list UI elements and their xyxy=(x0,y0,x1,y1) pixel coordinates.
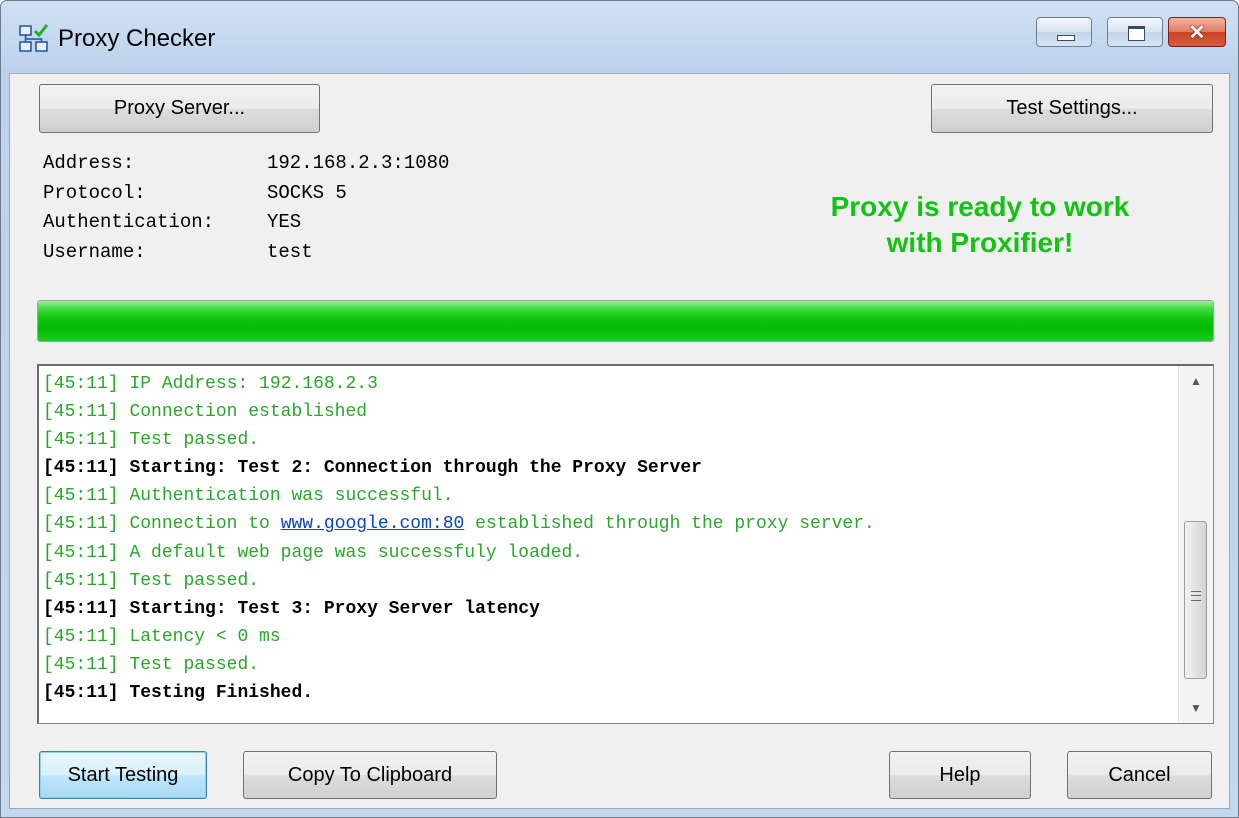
scroll-up-arrow-icon[interactable]: ▲ xyxy=(1179,366,1213,396)
log-timestamp: [45:11] xyxy=(43,486,119,507)
log-text: Starting: Test 2: Connection through the… xyxy=(129,458,702,479)
minimize-icon xyxy=(1057,35,1075,41)
log-line: [45:11] Test passed. xyxy=(43,651,1177,679)
grip-icon xyxy=(1191,591,1201,601)
info-row-protocol: Protocol: SOCKS 5 xyxy=(43,179,449,209)
log-timestamp: [45:11] xyxy=(43,402,119,423)
log-text: Test passed. xyxy=(129,430,260,451)
info-row-address: Address: 192.168.2.3:1080 xyxy=(43,149,449,179)
progress-fill xyxy=(38,301,1213,341)
network-app-icon xyxy=(19,24,49,52)
log-line: [45:11] Connection established xyxy=(43,398,1177,426)
log-text: Testing Finished. xyxy=(129,683,314,704)
log-timestamp: [45:11] xyxy=(43,626,119,647)
log-line: [45:11] IP Address: 192.168.2.3 xyxy=(43,370,1177,398)
log-text: Connection to xyxy=(129,514,270,535)
log-timestamp: [45:11] xyxy=(43,374,119,394)
test-settings-button[interactable]: Test Settings... xyxy=(931,84,1213,133)
log-timestamp: [45:11] xyxy=(43,570,119,591)
log-line: [45:11] Starting: Test 2: Connection thr… xyxy=(43,454,1177,482)
log-text: Test passed. xyxy=(129,654,260,675)
proxy-checker-window: Proxy Checker ✕ Proxy Server... Test Set… xyxy=(0,0,1239,818)
log-timestamp: [45:11] xyxy=(43,430,119,451)
maximize-icon xyxy=(1128,26,1145,41)
scroll-down-arrow-icon[interactable]: ▼ xyxy=(1179,693,1213,723)
minimize-button[interactable] xyxy=(1036,17,1092,47)
scroll-thumb[interactable] xyxy=(1184,521,1207,679)
log-link[interactable]: www.google.com:80 xyxy=(281,514,465,534)
log-scrollbar[interactable]: ▲ ▼ xyxy=(1178,366,1213,723)
close-icon: ✕ xyxy=(1188,22,1206,44)
log-line: [45:11] Test passed. xyxy=(43,567,1177,595)
close-button[interactable]: ✕ xyxy=(1168,17,1226,47)
log-line: [45:11] Testing Finished. xyxy=(43,679,1177,707)
log-text: Connection established xyxy=(129,402,368,423)
info-row-authentication: Authentication: YES xyxy=(43,208,449,238)
dialog-body: Proxy Server... Test Settings... Address… xyxy=(9,73,1230,809)
start-testing-button[interactable]: Start Testing xyxy=(39,751,207,799)
log-timestamp: [45:11] xyxy=(43,683,119,704)
info-label: Username: xyxy=(43,240,146,263)
cancel-button[interactable]: Cancel xyxy=(1067,751,1212,799)
info-label: Address: xyxy=(43,152,135,174)
info-value: YES xyxy=(267,211,302,233)
log-timestamp: [45:11] xyxy=(43,598,119,619)
info-label: Protocol: xyxy=(43,181,146,204)
log-text: Authentication was successful. xyxy=(129,486,454,507)
log-text: Starting: Test 3: Proxy Server latency xyxy=(129,598,540,619)
status-line-1: Proxy is ready to work xyxy=(830,191,1130,222)
log-timestamp: [45:11] xyxy=(43,542,119,563)
help-button[interactable]: Help xyxy=(889,751,1031,799)
log-timestamp: [45:11] xyxy=(43,654,119,675)
proxy-info: Address: 192.168.2.3:1080 Protocol: SOCKS … xyxy=(43,149,449,267)
log-timestamp: [45:11] xyxy=(43,458,119,479)
log-line: [45:11] Test passed. xyxy=(43,426,1177,454)
status-line-2: with Proxifier! xyxy=(886,227,1074,258)
copy-to-clipboard-button[interactable]: Copy To Clipboard xyxy=(243,751,497,799)
log-text: IP Address: 192.168.2.3 xyxy=(129,374,378,394)
progress-bar xyxy=(37,300,1214,342)
log-text: established through the proxy server. xyxy=(475,514,875,535)
log-line: [45:11] Authentication was successful. xyxy=(43,482,1177,510)
log-text: Test passed. xyxy=(129,570,260,591)
log-line: [45:11] A default web page was successfu… xyxy=(43,539,1177,567)
window-title: Proxy Checker xyxy=(58,25,216,52)
log-line: [45:11] Connection to www.google.com:80 … xyxy=(43,510,1177,538)
info-value: test xyxy=(267,240,313,263)
log-text: A default web page was successfuly loade… xyxy=(129,542,584,563)
log-line: [45:11] Starting: Test 3: Proxy Server l… xyxy=(43,595,1177,623)
info-value: 192.168.2.3:1080 xyxy=(267,152,450,174)
status-message: Proxy is ready to work with Proxifier! xyxy=(770,189,1190,261)
log-timestamp: [45:11] xyxy=(43,514,119,535)
info-value: SOCKS 5 xyxy=(267,181,347,204)
proxy-server-button[interactable]: Proxy Server... xyxy=(39,84,320,133)
log-lines: [45:11] IP Address: 192.168.2.3 [45:11] C… xyxy=(43,370,1177,707)
log-text: Latency < 0 ms xyxy=(129,626,281,647)
title-bar[interactable]: Proxy Checker ✕ xyxy=(1,1,1238,73)
maximize-button[interactable] xyxy=(1107,17,1163,47)
info-row-username: Username: test xyxy=(43,238,449,268)
log-view[interactable]: [45:11] IP Address: 192.168.2.3 [45:11] C… xyxy=(37,364,1214,724)
info-label: Authentication: xyxy=(43,211,215,233)
log-line: [45:11] Latency < 0 ms xyxy=(43,623,1177,651)
